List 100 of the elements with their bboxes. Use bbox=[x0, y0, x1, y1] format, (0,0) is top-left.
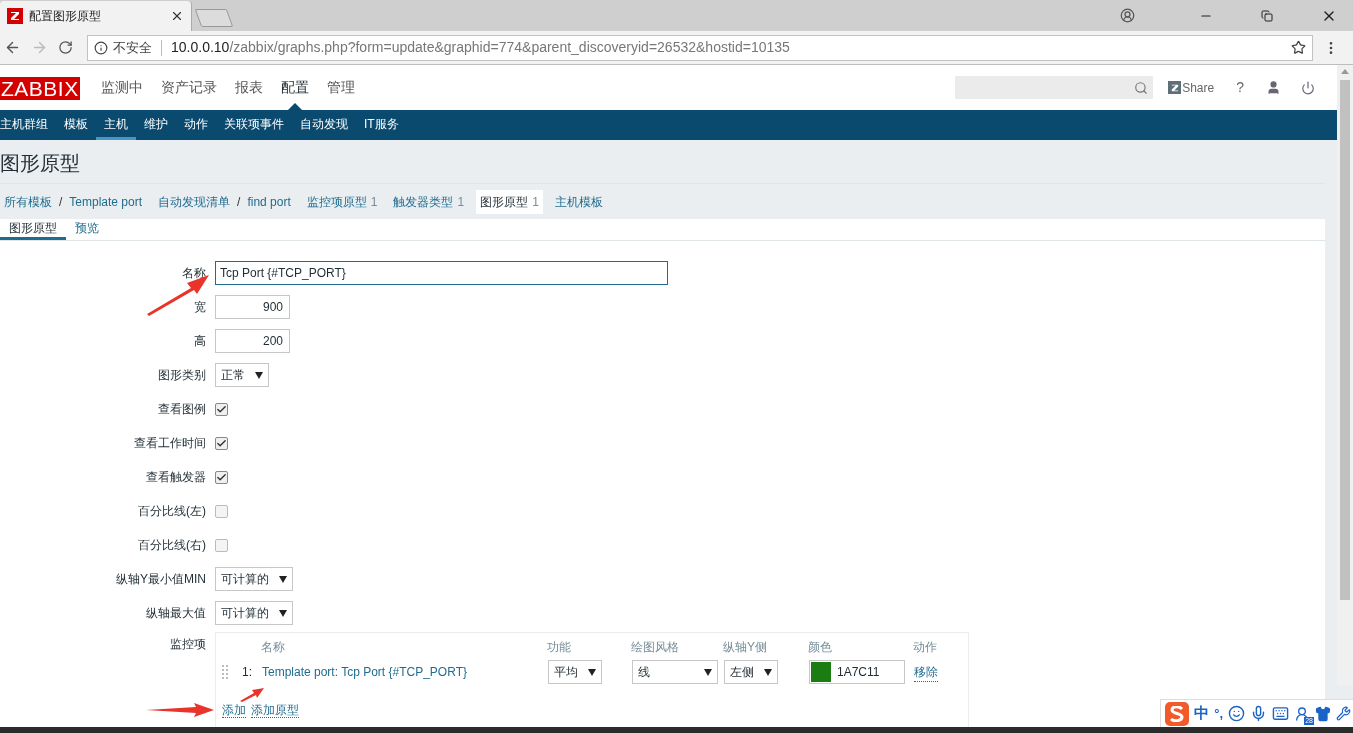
field-label: 百分比线(左) bbox=[137, 503, 206, 520]
url-text: 10.0.0.10/zabbix/graphs.php?form=update&graphid=774&parent_discoveryid=26532&hostid=10135 bbox=[171, 38, 790, 57]
remove-link[interactable]: 移除 bbox=[914, 662, 938, 682]
form-tab[interactable]: 预览 bbox=[66, 219, 108, 240]
keyboard-icon[interactable] bbox=[1272, 705, 1289, 722]
search-icon[interactable] bbox=[1134, 80, 1149, 95]
close-tab-icon[interactable] bbox=[170, 9, 184, 23]
main-menu-item[interactable]: 资产记录 bbox=[151, 65, 226, 110]
drag-handle-icon[interactable] bbox=[222, 665, 228, 679]
column-header: 动作 bbox=[913, 639, 937, 654]
emoji-icon[interactable] bbox=[1228, 705, 1245, 722]
browser-tab[interactable]: 配置图形原型 bbox=[0, 1, 192, 31]
field-label: 宽 bbox=[193, 299, 206, 316]
annotation-arrow bbox=[240, 688, 264, 702]
sub-menu-item[interactable]: IT服务 bbox=[356, 110, 407, 140]
microphone-icon[interactable] bbox=[1250, 705, 1267, 722]
field-label: 图形类别 bbox=[157, 367, 206, 384]
add-link[interactable]: 添加 bbox=[222, 704, 246, 718]
sub-menu-item[interactable]: 模板 bbox=[56, 110, 96, 140]
color-field[interactable]: 1A7C11 bbox=[809, 660, 905, 684]
add-link[interactable]: 添加原型 bbox=[251, 704, 299, 718]
breadcrumb-link[interactable]: Template port bbox=[65, 189, 147, 214]
main-menu-item[interactable]: 监测中 bbox=[91, 65, 152, 110]
name-field[interactable]: Tcp Port {#TCP_PORT} bbox=[215, 261, 668, 285]
checkbox[interactable] bbox=[215, 538, 228, 552]
breadcrumb-link[interactable]: 所有模板 bbox=[4, 189, 56, 214]
column-header: 功能 bbox=[547, 639, 572, 654]
restore-icon[interactable] bbox=[1261, 9, 1273, 22]
zabbix-favicon-icon bbox=[7, 8, 23, 24]
checkbox[interactable] bbox=[215, 504, 228, 518]
number-field[interactable]: 200 bbox=[215, 329, 290, 353]
field-label: 纵轴最大值 bbox=[145, 605, 206, 622]
address-bar[interactable]: 不安全 10.0.0.10/zabbix/graphs.php?form=update&graphid=774&parent_discoveryid=26532&hostid=10135 bbox=[87, 34, 1313, 61]
field-label: 名称 bbox=[181, 265, 206, 282]
row-index: 1: bbox=[242, 664, 253, 681]
reload-icon[interactable] bbox=[58, 40, 73, 55]
search-field[interactable] bbox=[955, 76, 1154, 99]
field-label: 查看工作时间 bbox=[133, 435, 206, 452]
back-icon[interactable] bbox=[4, 39, 21, 56]
sub-menu-item[interactable]: 维护 bbox=[136, 110, 176, 140]
select-dropdown[interactable]: 正常 bbox=[215, 363, 269, 387]
help-link[interactable]: ? bbox=[1236, 77, 1244, 98]
caret-icon bbox=[279, 609, 287, 617]
sub-menu-item[interactable]: 主机 bbox=[96, 110, 136, 140]
caret-icon bbox=[279, 575, 287, 583]
sub-menu-item[interactable]: 主机群组 bbox=[0, 110, 56, 140]
main-menu-item[interactable]: 管理 bbox=[317, 65, 364, 110]
share-link[interactable]: Share bbox=[1168, 78, 1215, 97]
field-label: 查看触发器 bbox=[145, 469, 206, 486]
user-profile-icon[interactable] bbox=[1266, 80, 1281, 95]
draw-style-select[interactable]: 线 bbox=[632, 660, 718, 684]
sub-menu-item[interactable]: 动作 bbox=[176, 110, 216, 140]
share-logo-icon bbox=[1168, 81, 1182, 94]
select-dropdown[interactable]: 可计算的 bbox=[215, 601, 293, 625]
caret-icon bbox=[588, 668, 596, 676]
sub-menu-item[interactable]: 关联项事件 bbox=[216, 110, 292, 140]
shirt-icon[interactable] bbox=[1315, 705, 1331, 722]
breadcrumb-link[interactable]: 主机模板 bbox=[550, 189, 607, 214]
wrench-icon[interactable] bbox=[1336, 706, 1351, 721]
breadcrumb-link[interactable]: 监控项原型 1 bbox=[302, 189, 382, 214]
ime-mode[interactable]: 中 bbox=[1194, 702, 1210, 725]
main-menu-item[interactable]: 报表 bbox=[225, 65, 272, 110]
sign-out-icon[interactable] bbox=[1301, 80, 1315, 95]
number-field[interactable]: 900 bbox=[215, 295, 290, 319]
page-title: 图形原型 bbox=[0, 150, 81, 176]
info-icon bbox=[94, 40, 108, 55]
column-header: 纵轴Y侧 bbox=[723, 639, 768, 654]
breadcrumb-link[interactable]: 触发器类型 1 bbox=[389, 189, 469, 214]
field-label: 百分比线(右) bbox=[137, 537, 206, 554]
column-header: 绘图风格 bbox=[631, 639, 680, 654]
breadcrumb-link[interactable]: find port bbox=[243, 189, 295, 214]
profile-icon[interactable] bbox=[1120, 8, 1135, 23]
field-label: 纵轴Y最小值MIN bbox=[115, 571, 206, 588]
form-tab[interactable]: 图形原型 bbox=[0, 219, 66, 240]
checkbox[interactable] bbox=[215, 402, 228, 416]
main-menu-item[interactable]: 配置 bbox=[271, 65, 318, 110]
sub-menu-item[interactable]: 自动发现 bbox=[292, 110, 356, 140]
breadcrumb-link[interactable]: 自动发现清单 bbox=[154, 189, 235, 214]
ime-punctuation[interactable]: °, bbox=[1214, 703, 1223, 724]
scrollbar-thumb[interactable] bbox=[1340, 80, 1350, 600]
function-select[interactable]: 平均 bbox=[548, 660, 602, 684]
field-label: 高 bbox=[193, 333, 206, 350]
column-header: 颜色 bbox=[808, 639, 833, 654]
item-link[interactable]: Template port: Tcp Port {#TCP_PORT} bbox=[262, 663, 548, 681]
y-axis-side-select[interactable]: 左侧 bbox=[724, 660, 778, 684]
caret-icon bbox=[764, 668, 772, 676]
breadcrumb-link[interactable]: 图形原型 1 bbox=[476, 189, 543, 214]
field-label: 监控项 bbox=[169, 637, 206, 651]
security-label: 不安全 bbox=[113, 38, 152, 57]
select-dropdown[interactable]: 可计算的 bbox=[215, 567, 293, 591]
caret-icon bbox=[704, 668, 712, 676]
caret-icon bbox=[255, 371, 263, 379]
column-header: 名称 bbox=[261, 639, 286, 654]
bookmark-star-icon[interactable] bbox=[1291, 40, 1306, 55]
field-label: 查看图例 bbox=[157, 401, 206, 418]
breadcrumb-separator: / bbox=[236, 193, 242, 211]
checkbox[interactable] bbox=[215, 470, 228, 484]
checkbox[interactable] bbox=[215, 436, 228, 450]
color-swatch[interactable] bbox=[811, 662, 831, 682]
zabbix-logo[interactable]: ZABBIX bbox=[0, 76, 80, 100]
